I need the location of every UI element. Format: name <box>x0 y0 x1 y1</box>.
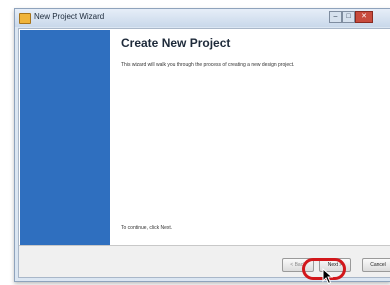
title-bar[interactable]: New Project Wizard – □ ✕ <box>15 9 390 27</box>
close-icon[interactable]: ✕ <box>355 11 373 23</box>
cancel-button[interactable]: Cancel <box>362 258 390 272</box>
minimize-icon[interactable]: – <box>329 11 342 23</box>
page-description: This wizard will walk you through the pr… <box>121 62 295 68</box>
wizard-content: Create New Project This wizard will walk… <box>115 29 390 245</box>
wizard-sidebar <box>20 30 110 245</box>
mouse-cursor-icon <box>322 268 334 285</box>
maximize-icon[interactable]: □ <box>342 11 355 23</box>
window-title: New Project Wizard <box>34 12 105 21</box>
continue-note: To continue, click Next. <box>121 225 173 231</box>
wizard-window: New Project Wizard – □ ✕ Create New Proj… <box>14 8 390 282</box>
wizard-client: Create New Project This wizard will walk… <box>18 28 390 278</box>
window-controls: – □ ✕ <box>329 11 373 23</box>
app-icon <box>19 13 31 24</box>
page-title: Create New Project <box>121 36 231 50</box>
